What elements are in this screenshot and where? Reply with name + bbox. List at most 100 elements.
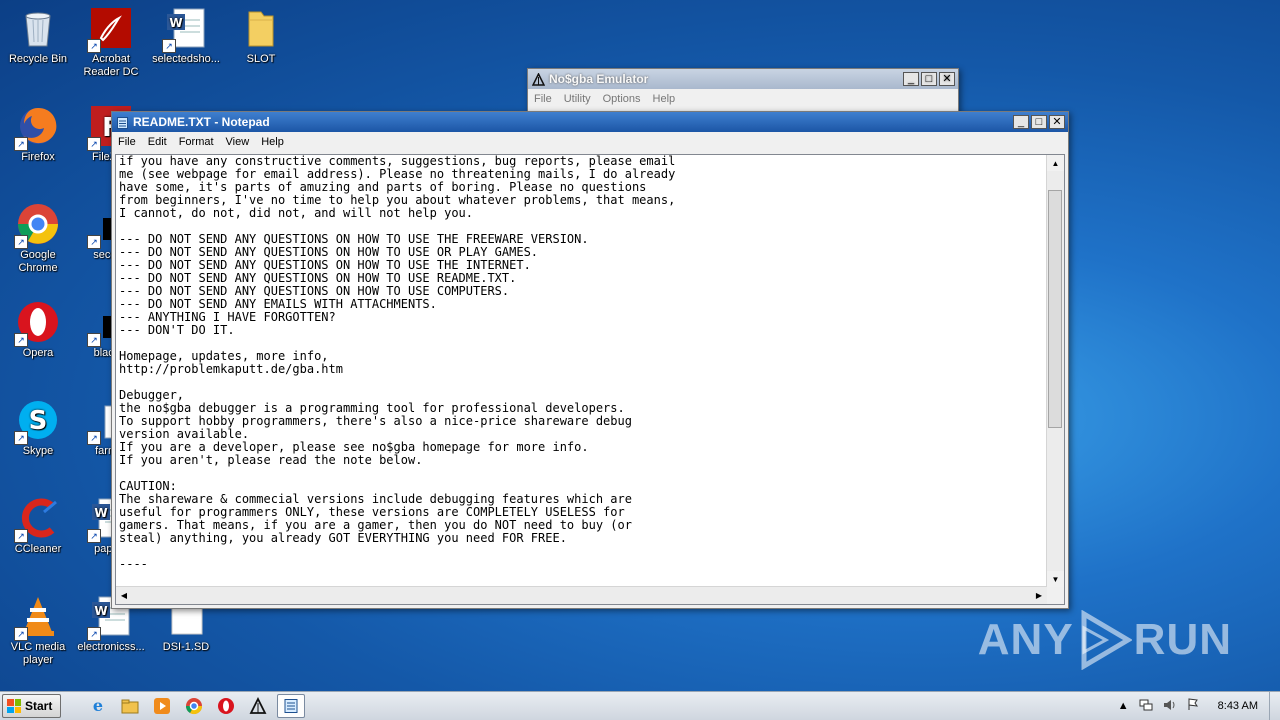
text-line: http://problemkaputt.de/gba.htm [119, 362, 343, 376]
taskbar: Start e ▲ 8:43 AM [0, 691, 1280, 720]
watermark-text-right: RUN [1133, 615, 1232, 664]
shortcut-arrow-icon: ↗ [87, 333, 101, 347]
network-icon[interactable] [1139, 699, 1153, 714]
nogba-menubar: File Utility Options Help [528, 89, 958, 109]
shortcut-arrow-icon: ↗ [87, 39, 101, 53]
shortcut-arrow-icon: ↗ [14, 235, 28, 249]
desktop-icon[interactable]: Recycle Bin [0, 6, 76, 66]
notepad-titlebar[interactable]: README.TXT - Notepad _ □ ✕ [112, 112, 1068, 132]
desktop-icon[interactable]: SLOT [223, 6, 299, 66]
desktop-icon-label: Google Chrome [18, 249, 58, 274]
desktop-icon-label: CCleaner [14, 543, 62, 555]
svg-text:W: W [169, 16, 182, 30]
text-line [119, 467, 1044, 480]
text-line [119, 376, 1044, 389]
watermark-text-left: ANY [977, 615, 1074, 664]
menu-item[interactable]: Options [597, 93, 647, 105]
shortcut-arrow-icon: ↗ [14, 627, 28, 641]
shortcut-arrow-icon: ↗ [87, 627, 101, 641]
menu-item[interactable]: File [528, 93, 558, 105]
opera-icon[interactable] [213, 695, 239, 717]
horizontal-scrollbar[interactable]: ◀ ▶ [116, 586, 1047, 604]
text-line: I cannot, do not, did not, and will not … [119, 206, 474, 220]
volume-icon[interactable] [1163, 699, 1177, 714]
nogba-icon[interactable] [245, 695, 271, 717]
explorer-icon[interactable] [117, 695, 143, 717]
ccleaner-icon: ↗ [14, 496, 60, 543]
menu-item[interactable]: Help [647, 93, 682, 105]
nogba-app-icon [531, 72, 545, 86]
close-button[interactable]: ✕ [939, 72, 955, 86]
shortcut-arrow-icon: ↗ [14, 529, 28, 543]
desktop-icon-label: Opera [22, 347, 54, 359]
document-text[interactable]: if you have any constructive comments, s… [119, 155, 1044, 586]
svg-text:W: W [94, 604, 107, 618]
maximize-button[interactable]: □ [921, 72, 937, 86]
svg-text:e: e [93, 697, 103, 715]
anyrun-watermark: ANY RUN [978, 610, 1232, 670]
maximize-button[interactable]: □ [1031, 115, 1047, 129]
desktop-icon[interactable]: ↗ Google Chrome [0, 202, 76, 275]
scroll-down-arrow[interactable]: ▼ [1047, 571, 1064, 587]
notepad-app-icon [115, 115, 129, 129]
start-button[interactable]: Start [2, 694, 62, 718]
scrollbar-corner [1047, 587, 1064, 604]
menu-item[interactable]: Format [173, 136, 220, 148]
scroll-left-arrow[interactable]: ◀ [116, 587, 132, 604]
shortcut-arrow-icon: ↗ [87, 529, 101, 543]
shortcut-arrow-icon: ↗ [87, 431, 101, 445]
notepad-window[interactable]: README.TXT - Notepad _ □ ✕ File Edit Forma… [111, 111, 1069, 609]
menu-item[interactable]: Utility [558, 93, 597, 105]
ie-icon[interactable]: e [85, 695, 111, 717]
nogba-title: No$gba Emulator [549, 72, 649, 86]
recycle-bin-icon [16, 6, 60, 50]
desktop-icon-label: DSI-1.SD [162, 641, 210, 653]
shortcut-arrow-icon: ↗ [87, 137, 101, 151]
desktop-icon-label: Skype [22, 445, 54, 457]
scroll-up-arrow[interactable]: ▲ [1047, 155, 1064, 171]
shortcut-arrow-icon: ↗ [14, 137, 28, 151]
nogba-titlebar[interactable]: No$gba Emulator _ □ ✕ [528, 69, 958, 89]
media-player-icon[interactable] [149, 695, 175, 717]
windows-logo-icon [7, 699, 21, 713]
desktop-icon-label: Recycle Bin [8, 53, 68, 65]
desktop-icon[interactable]: ↗ Acrobat Reader DC [73, 6, 149, 79]
menu-item[interactable]: View [220, 136, 256, 148]
show-desktop-button[interactable] [1269, 692, 1280, 720]
svg-text:W: W [94, 506, 107, 520]
desktop-icon[interactable]: ↗ Firefox [0, 104, 76, 164]
text-editor-area[interactable]: if you have any constructive comments, s… [115, 154, 1065, 605]
minimize-button[interactable]: _ [1013, 115, 1029, 129]
desktop-icon[interactable]: W ↗ selectedsho... [148, 6, 224, 66]
desktop-icon-label: Acrobat Reader DC [83, 53, 139, 78]
desktop-icon[interactable]: ↗ CCleaner [0, 496, 76, 556]
desktop-icon[interactable]: ↗ Opera [0, 300, 76, 360]
action-center-flag-icon[interactable] [1187, 698, 1199, 714]
menu-item[interactable]: Edit [142, 136, 173, 148]
clock[interactable]: 8:43 AM [1218, 700, 1258, 712]
desktop-icon-label: Firefox [21, 151, 55, 163]
scroll-right-arrow[interactable]: ▶ [1031, 587, 1047, 604]
folder-icon [239, 6, 283, 50]
text-line: --- ANYTHING I HAVE FORGOTTEN? [119, 310, 336, 324]
notepad-icon[interactable] [277, 694, 306, 718]
text-line: steal) anything, you already GOT EVERYTH… [119, 531, 567, 545]
text-line [119, 545, 1044, 558]
vertical-scrollbar[interactable]: ▲ ▼ [1046, 155, 1064, 587]
close-button[interactable]: ✕ [1049, 115, 1065, 129]
desktop-icon[interactable]: S ↗ Skype [0, 398, 76, 458]
chrome-icon[interactable] [181, 695, 207, 717]
desktop-icon-label: SLOT [246, 53, 276, 65]
desktop-icon-label: VLC media player [10, 641, 66, 666]
play-logo-icon [1081, 610, 1132, 670]
acrobat-icon: ↗ [87, 6, 133, 53]
minimize-button[interactable]: _ [903, 72, 919, 86]
menu-item[interactable]: File [112, 136, 142, 148]
desktop-icon[interactable]: ↗ VLC media player [0, 594, 76, 667]
notepad-title: README.TXT - Notepad [133, 115, 270, 129]
scroll-thumb[interactable] [1048, 190, 1062, 428]
start-label: Start [25, 699, 53, 713]
notepad-menubar: File Edit Format View Help [112, 132, 1068, 152]
show-hidden-icons-icon[interactable]: ▲ [1118, 700, 1129, 712]
menu-item[interactable]: Help [255, 136, 290, 148]
